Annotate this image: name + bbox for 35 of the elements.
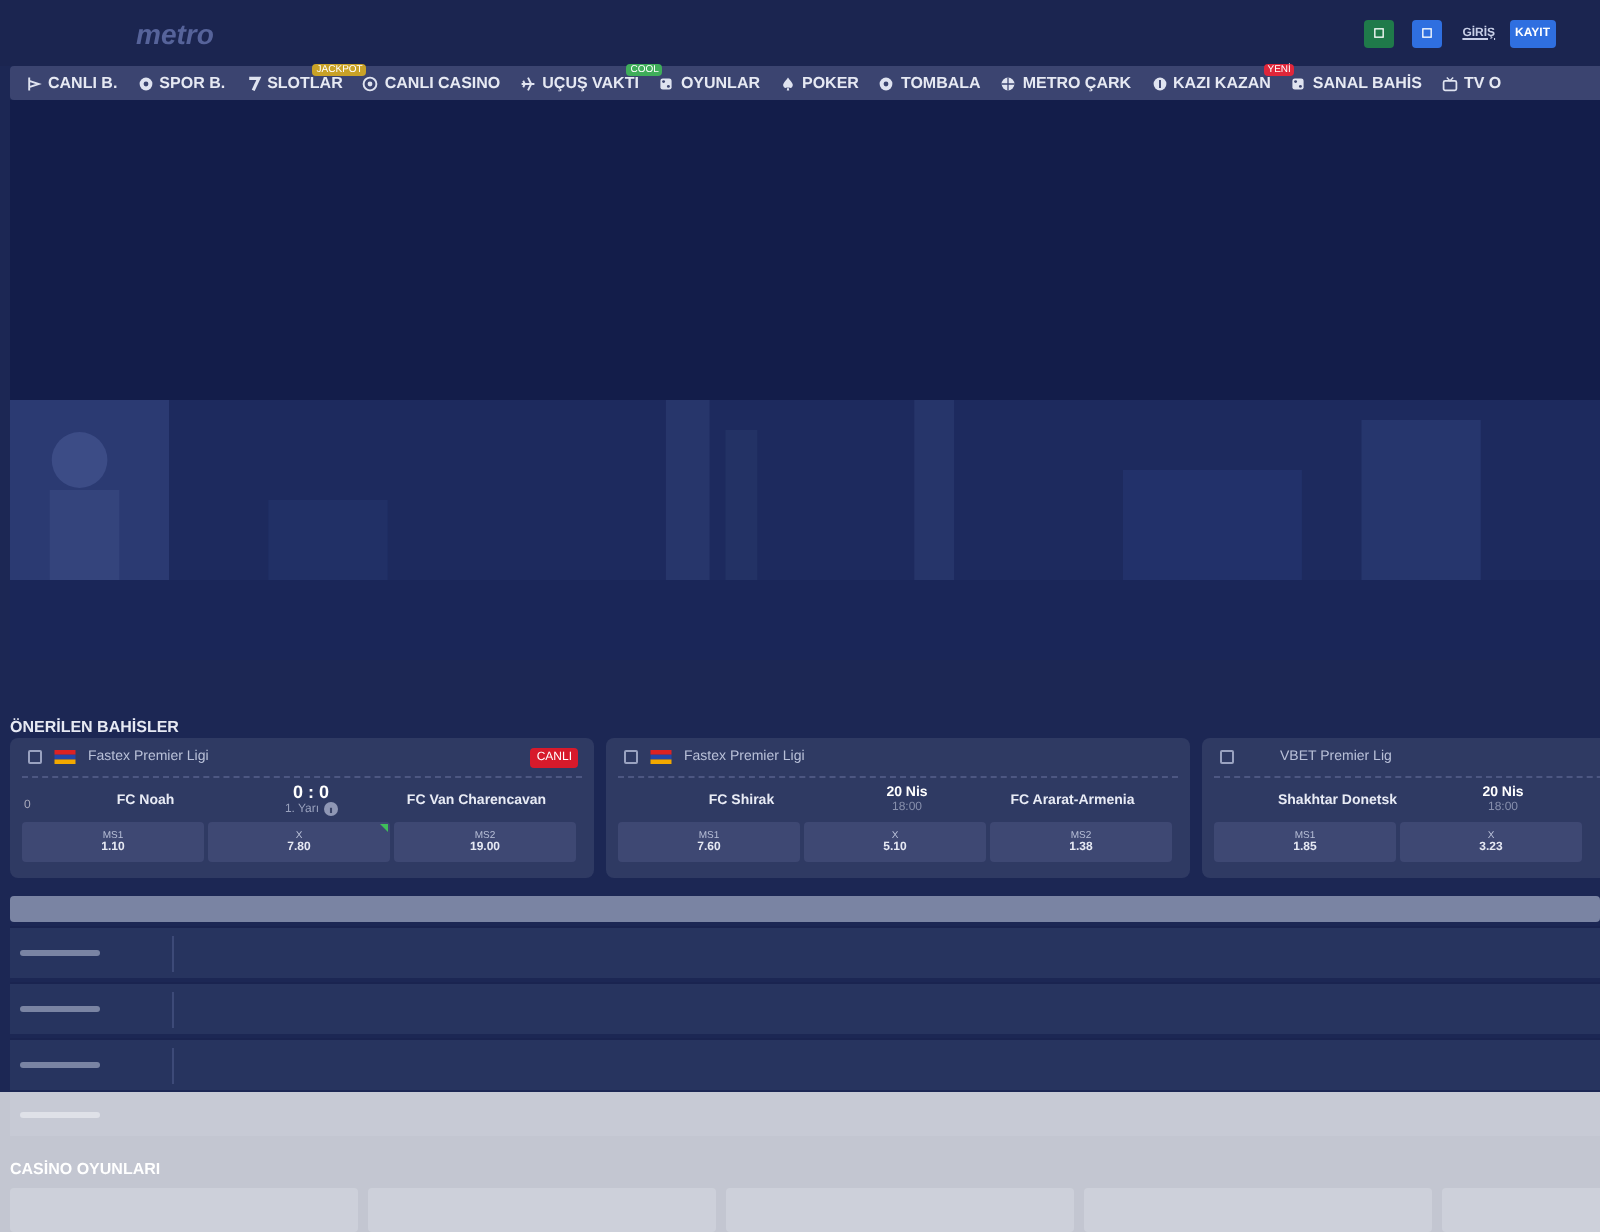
chip-icon [362,75,379,91]
nav-item[interactable]: SPOR B. [137,74,226,92]
favorite-checkbox[interactable] [624,750,638,764]
match-score: 0 : 0 [292,783,329,803]
info-icon [323,802,338,817]
ball-icon [878,75,895,91]
nav-item[interactable]: TV O [1441,74,1502,92]
plane-icon [520,75,537,91]
favorite-checkbox[interactable] [1220,750,1234,764]
section-title: ÖNERİLEN BAHİSLER [10,716,181,740]
nav-item[interactable]: CANLI CASINO [362,74,501,92]
ticket-icon [1151,75,1168,91]
phone-button[interactable] [1412,19,1443,47]
nav-item[interactable]: KAZI KAZAN [1151,74,1271,92]
square-icon [1422,28,1433,38]
nav-item[interactable]: OYUNLAR [658,74,760,92]
nav-item[interactable]: POKER [780,74,859,92]
spade-icon [780,75,796,91]
square-icon [1374,28,1385,38]
nav-item[interactable]: TOMBALA [878,74,981,92]
dice-icon [658,75,675,91]
chat-button[interactable] [1364,19,1395,47]
nav-item[interactable]: CANLI B. [26,74,118,92]
nav-item[interactable]: SLOTLAR [245,74,343,92]
section-title: CASİNO OYUNLARI [8,1158,163,1180]
nav-item[interactable]: UÇUŞ VAKTİ [520,74,639,92]
live-icon [26,75,42,91]
dice-icon [1290,75,1307,91]
nav-item[interactable]: METRO ÇARK [1000,74,1132,92]
ball-icon [137,75,154,91]
nav-item[interactable]: SANAL BAHİS [1290,74,1422,92]
favorite-checkbox[interactable] [28,750,42,764]
tv-icon [1441,75,1458,91]
seven-icon [245,75,262,91]
wheel-icon [1000,75,1017,91]
